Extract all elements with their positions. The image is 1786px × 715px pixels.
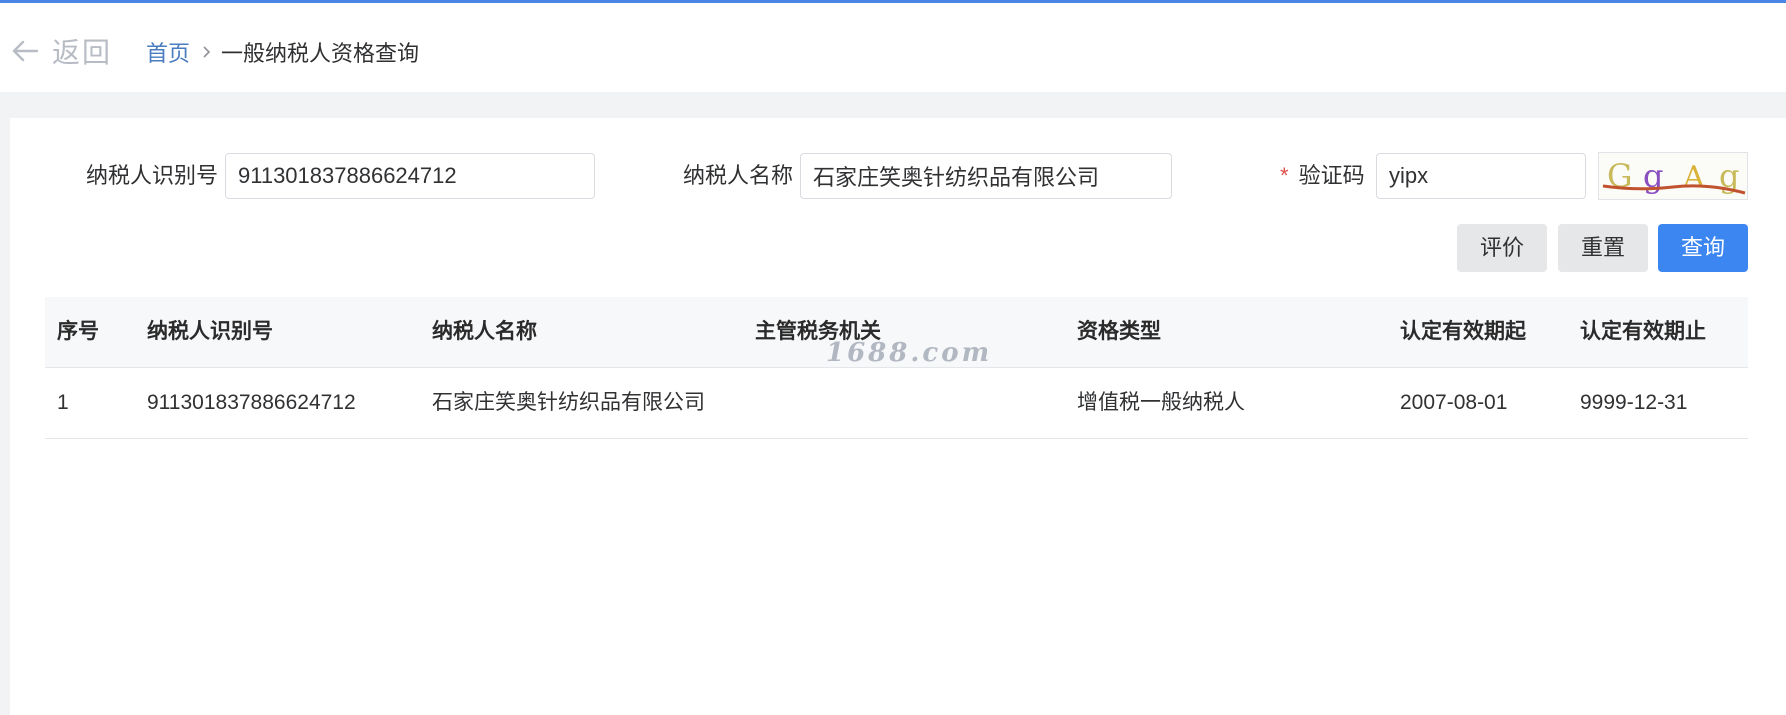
query-button[interactable]: 查询 [1658,224,1748,272]
breadcrumb-home-link[interactable]: 首页 [146,36,190,68]
required-mark: * [1280,163,1289,188]
column-header-index: 序号 [57,320,99,343]
captcha-char: A [1682,160,1705,195]
table-row: 1 911301837886624712 石家庄笑奥针纺织品有限公司 增值税一般… [45,368,1748,439]
reset-button[interactable]: 重置 [1558,224,1648,272]
captcha-image[interactable]: G g A g [1598,152,1748,200]
breadcrumb: 首页 一般纳税人资格查询 [146,37,419,67]
back-button[interactable]: 返回 [12,33,112,69]
cell-valid-from: 2007-08-01 [1400,391,1508,414]
column-header-valid-from: 认定有效期起 [1400,320,1526,343]
captcha-label-group: * 验证码 [1280,152,1365,200]
taxpayer-id-label: 纳税人识别号 [86,163,219,188]
column-header-qualification-type: 资格类型 [1077,320,1161,343]
cell-index: 1 [57,391,69,414]
taxpayer-name-input[interactable] [800,153,1172,199]
captcha-label: 验证码 [1298,163,1365,188]
arrow-left-icon [12,40,38,62]
page-header: 返回 首页 一般纳税人资格查询 [0,3,1786,92]
cell-taxpayer-name: 石家庄笑奥针纺织品有限公司 [432,391,705,414]
evaluate-button[interactable]: 评价 [1457,224,1547,272]
watermark: 1688.com [826,338,993,368]
taxpayer-id-input[interactable] [225,153,595,199]
back-label: 返回 [52,37,113,68]
column-header-valid-to: 认定有效期止 [1580,320,1706,343]
column-header-taxpayer-id: 纳税人识别号 [147,320,273,343]
result-table: 序号 纳税人识别号 纳税人名称 主管税务机关 资格类型 认定有效期起 认定有效期… [45,297,1748,439]
cell-qualification-type: 增值税一般纳税人 [1077,391,1245,414]
cell-valid-to: 9999-12-31 [1580,391,1688,414]
breadcrumb-current: 一般纳税人资格查询 [221,41,420,66]
query-panel: 纳税人识别号 纳税人名称 * 验证码 G g A g 评价 重置 查询 序号 纳税… [10,118,1786,715]
chevron-right-icon [202,45,211,59]
cell-taxpayer-id: 911301837886624712 [147,391,356,414]
taxpayer-name-label: 纳税人名称 [683,163,794,188]
captcha-input[interactable] [1376,153,1586,199]
column-header-taxpayer-name: 纳税人名称 [432,320,537,343]
